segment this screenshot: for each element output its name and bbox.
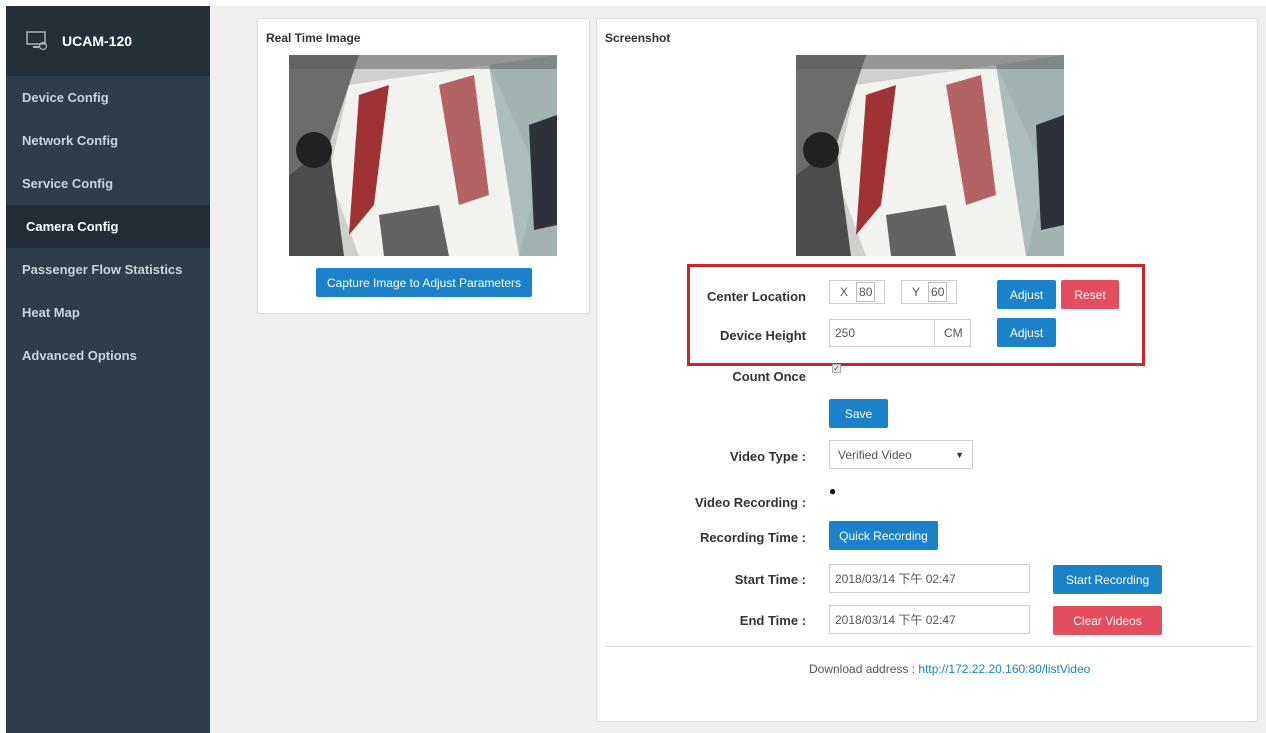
end-time-label: End Time : [739, 613, 806, 628]
start-recording-button[interactable]: Start Recording [1053, 565, 1162, 594]
realtime-panel: Real Time Image Capture Image to Adjust … [257, 18, 590, 314]
download-label: Download address : [809, 662, 916, 676]
sidebar: UCAM-120 Device Config Network Config Se… [6, 6, 210, 733]
center-x-label: X [840, 285, 849, 299]
sidebar-item-heat-map[interactable]: Heat Map [6, 291, 210, 334]
screenshot-camera-image [796, 55, 1064, 256]
realtime-camera-image [289, 55, 557, 256]
download-address: Download address : http://172.22.20.160:… [809, 662, 1090, 676]
video-type-select[interactable]: Verified Video ▼ [829, 440, 973, 469]
quick-recording-button[interactable]: Quick Recording [829, 521, 938, 550]
video-type-selected: Verified Video [838, 447, 912, 462]
video-recording-label: Video Recording : [695, 495, 806, 510]
start-time-input[interactable]: 2018/03/14 下午 02:47 [829, 564, 1030, 593]
brand-name: UCAM-120 [62, 33, 133, 49]
monitor-icon [26, 31, 48, 51]
brand: UCAM-120 [6, 6, 210, 76]
recording-time-label: Recording Time : [700, 530, 806, 545]
center-y-value[interactable]: 60 [928, 282, 948, 302]
center-adjust-button[interactable]: Adjust [997, 280, 1056, 309]
main-content: Real Time Image Capture Image to Adjust … [210, 6, 1266, 733]
center-y-label: Y [912, 285, 921, 299]
center-y-field[interactable]: Y 60 [901, 280, 957, 304]
sidebar-item-camera-config[interactable]: Camera Config [6, 205, 210, 248]
center-reset-button[interactable]: Reset [1061, 280, 1119, 309]
center-location-label: Center Location [707, 289, 806, 304]
device-height-label: Device Height [720, 328, 806, 343]
center-x-field[interactable]: X 80 [829, 280, 885, 304]
screenshot-panel: Screenshot Center Location X 80 Y 60 Adj… [596, 18, 1258, 722]
clear-videos-button[interactable]: Clear Videos [1053, 606, 1162, 635]
height-adjust-button[interactable]: Adjust [997, 318, 1056, 347]
center-x-value[interactable]: 80 [856, 282, 876, 302]
recording-indicator-icon: ● [829, 484, 837, 498]
sidebar-item-advanced-options[interactable]: Advanced Options [6, 334, 210, 377]
device-height-unit: CM [934, 319, 971, 347]
realtime-title: Real Time Image [266, 31, 361, 45]
count-once-checkbox[interactable]: ✓ [832, 364, 841, 373]
count-once-label: Count Once [732, 369, 806, 384]
chevron-down-icon: ▼ [955, 449, 964, 460]
sidebar-item-passenger-flow-statistics[interactable]: Passenger Flow Statistics [6, 248, 210, 291]
capture-image-button[interactable]: Capture Image to Adjust Parameters [316, 268, 532, 297]
device-height-input[interactable]: 250 [829, 319, 935, 347]
sidebar-item-network-config[interactable]: Network Config [6, 119, 210, 162]
sidebar-item-service-config[interactable]: Service Config [6, 162, 210, 205]
video-type-label: Video Type : [729, 449, 806, 464]
save-button[interactable]: Save [829, 399, 888, 428]
screenshot-title: Screenshot [605, 31, 671, 45]
divider [605, 646, 1253, 647]
sidebar-item-device-config[interactable]: Device Config [6, 76, 210, 119]
end-time-input[interactable]: 2018/03/14 下午 02:47 [829, 605, 1030, 634]
download-link[interactable]: http://172.22.20.160:80/listVideo [918, 662, 1090, 676]
start-time-label: Start Time : [734, 572, 806, 587]
